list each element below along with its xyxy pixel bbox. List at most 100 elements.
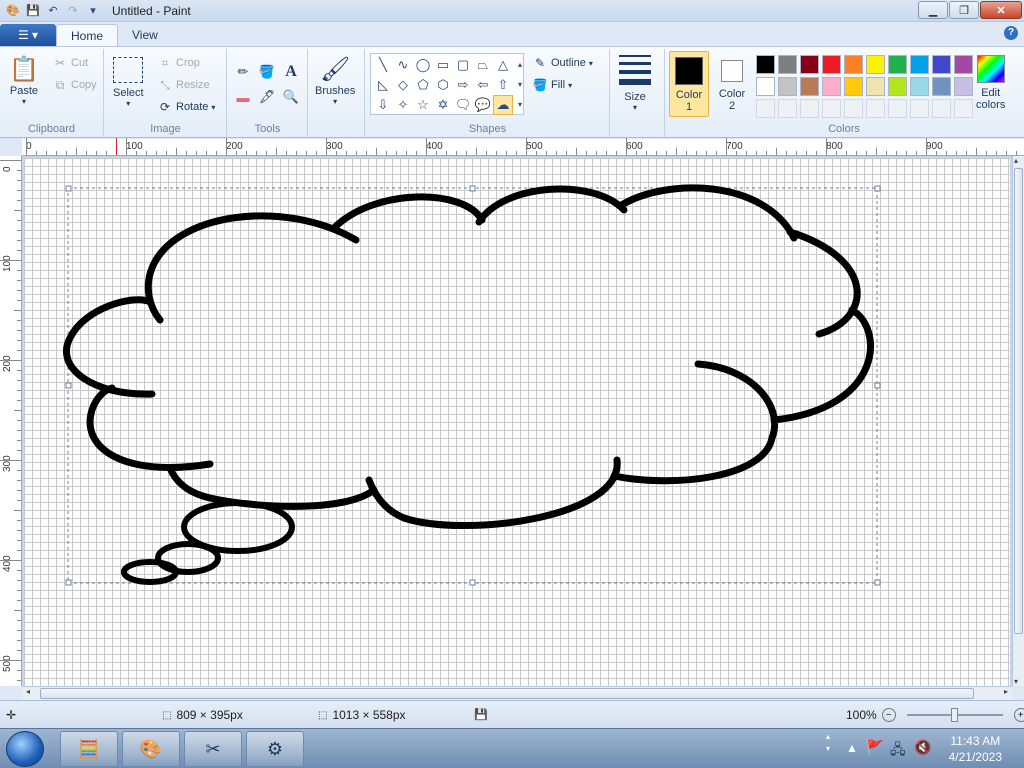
up-arrow-shape-icon[interactable]: ⇧ bbox=[493, 75, 513, 95]
system-clock[interactable]: 11:43 AM 4/21/2023 bbox=[949, 733, 1002, 765]
selection-handle[interactable] bbox=[874, 185, 881, 192]
palette-empty-swatch[interactable] bbox=[778, 99, 797, 118]
palette-color-swatch[interactable] bbox=[778, 55, 797, 74]
tab-view[interactable]: View bbox=[118, 24, 172, 46]
palette-color-swatch[interactable] bbox=[932, 77, 951, 96]
selection-handle[interactable] bbox=[65, 185, 72, 192]
resize-button[interactable]: ⤡ Resize bbox=[157, 75, 209, 95]
rounded-rectangle-shape-icon[interactable]: ▢ bbox=[453, 55, 473, 75]
taskbar-snipping-tool[interactable]: ✂ bbox=[184, 731, 242, 767]
selection-handle[interactable] bbox=[469, 185, 476, 192]
palette-empty-swatch[interactable] bbox=[932, 99, 951, 118]
close-button[interactable]: ✕ bbox=[980, 1, 1022, 19]
palette-empty-swatch[interactable] bbox=[910, 99, 929, 118]
right-triangle-shape-icon[interactable]: ◺ bbox=[373, 75, 393, 95]
vertical-scrollbar[interactable]: ▴ ▾ bbox=[1012, 156, 1024, 686]
scroll-left-icon[interactable]: ◂ bbox=[26, 687, 30, 696]
palette-color-swatch[interactable] bbox=[954, 77, 973, 96]
eraser-icon[interactable]: ▬ bbox=[232, 86, 254, 108]
minimize-button[interactable]: ▁ bbox=[918, 1, 948, 19]
maximize-button[interactable]: ❐ bbox=[949, 1, 979, 19]
selection-handle[interactable] bbox=[65, 382, 72, 389]
select-button[interactable]: Select ▾ bbox=[113, 57, 144, 108]
brushes-button[interactable]: 🖌 Brushes ▾ bbox=[315, 53, 355, 107]
rounded-callout-shape-icon[interactable]: 🗨 bbox=[453, 95, 473, 115]
redo-icon[interactable]: ↷ bbox=[64, 2, 82, 20]
palette-color-swatch[interactable] bbox=[932, 55, 951, 74]
scroll-down-icon[interactable]: ▾ bbox=[1014, 677, 1018, 686]
cloud-callout-shape-icon[interactable]: ☁ bbox=[493, 95, 513, 115]
palette-color-swatch[interactable] bbox=[888, 77, 907, 96]
taskbar-app[interactable]: ⚙ bbox=[246, 731, 304, 767]
zoom-slider[interactable] bbox=[906, 708, 1003, 722]
palette-color-swatch[interactable] bbox=[910, 55, 929, 74]
palette-color-swatch[interactable] bbox=[866, 55, 885, 74]
line-shape-icon[interactable]: ╲ bbox=[373, 55, 393, 75]
paste-button[interactable]: 📋 Paste ▾ bbox=[8, 53, 40, 107]
palette-color-swatch[interactable] bbox=[800, 77, 819, 96]
vertical-scroll-thumb[interactable] bbox=[1014, 168, 1023, 634]
polygon-shape-icon[interactable]: ⏢ bbox=[473, 55, 493, 75]
taskbar-calculator[interactable]: 🧮 bbox=[60, 731, 118, 767]
selection-handle[interactable] bbox=[469, 579, 476, 586]
palette-color-swatch[interactable] bbox=[756, 77, 775, 96]
undo-icon[interactable]: ↶ bbox=[44, 2, 62, 20]
show-hidden-icons[interactable]: ▲ bbox=[846, 741, 858, 755]
help-icon[interactable]: ? bbox=[1004, 26, 1018, 40]
fill-bucket-icon[interactable]: 🪣 bbox=[256, 61, 278, 83]
pentagon-shape-icon[interactable]: ⬠ bbox=[413, 75, 433, 95]
color-picker-icon[interactable]: 🖋 bbox=[256, 86, 278, 108]
rotate-button[interactable]: ⟳ Rotate ▾ bbox=[157, 97, 215, 117]
hexagon-shape-icon[interactable]: ⬡ bbox=[433, 75, 453, 95]
oval-shape-icon[interactable]: ◯ bbox=[413, 55, 433, 75]
horizontal-scroll-thumb[interactable] bbox=[40, 688, 974, 699]
right-arrow-shape-icon[interactable]: ⇨ bbox=[453, 75, 473, 95]
magnifier-icon[interactable]: 🔍 bbox=[280, 86, 302, 108]
palette-color-swatch[interactable] bbox=[822, 55, 841, 74]
palette-empty-swatch[interactable] bbox=[756, 99, 775, 118]
crop-button[interactable]: ⌗ Crop bbox=[157, 53, 200, 73]
text-tool-icon[interactable]: A bbox=[280, 61, 302, 83]
save-icon[interactable]: 💾 bbox=[24, 2, 42, 20]
palette-color-swatch[interactable] bbox=[800, 55, 819, 74]
left-arrow-shape-icon[interactable]: ⇦ bbox=[473, 75, 493, 95]
palette-empty-swatch[interactable] bbox=[888, 99, 907, 118]
four-point-star-shape-icon[interactable]: ✧ bbox=[393, 95, 413, 115]
volume-muted-icon[interactable]: 🔇 bbox=[914, 739, 931, 756]
palette-color-swatch[interactable] bbox=[844, 55, 863, 74]
selection-handle[interactable] bbox=[65, 579, 72, 586]
outline-button[interactable]: ✎ Outline ▾ bbox=[532, 53, 593, 73]
cut-button[interactable]: ✂ Cut bbox=[52, 53, 88, 73]
palette-color-swatch[interactable] bbox=[888, 55, 907, 74]
palette-color-swatch[interactable] bbox=[756, 55, 775, 74]
tray-scroll[interactable]: ▴ ▾ bbox=[826, 731, 838, 767]
selection-handle[interactable] bbox=[874, 382, 881, 389]
edit-colors-button[interactable]: Edit colors bbox=[976, 55, 1005, 111]
palette-empty-swatch[interactable] bbox=[822, 99, 841, 118]
scroll-right-icon[interactable]: ▸ bbox=[1004, 687, 1008, 696]
palette-color-swatch[interactable] bbox=[866, 77, 885, 96]
palette-color-swatch[interactable] bbox=[822, 77, 841, 96]
zoom-out-icon[interactable]: − bbox=[881, 708, 896, 722]
paint-app-icon[interactable]: 🎨 bbox=[4, 2, 22, 20]
drawing-canvas[interactable] bbox=[24, 158, 1010, 686]
pencil-icon[interactable]: ✏ bbox=[232, 61, 254, 83]
zoom-slider-thumb[interactable] bbox=[950, 708, 958, 722]
palette-empty-swatch[interactable] bbox=[866, 99, 885, 118]
network-icon[interactable]: 🖧 bbox=[890, 739, 906, 763]
zoom-in-icon[interactable]: + bbox=[1013, 708, 1024, 722]
palette-color-swatch[interactable] bbox=[778, 77, 797, 96]
palette-color-swatch[interactable] bbox=[844, 77, 863, 96]
palette-empty-swatch[interactable] bbox=[954, 99, 973, 118]
size-button[interactable]: Size ▾ bbox=[619, 55, 651, 112]
curve-shape-icon[interactable]: ∿ bbox=[393, 55, 413, 75]
tab-home[interactable]: Home bbox=[56, 24, 119, 46]
diamond-shape-icon[interactable]: ◇ bbox=[393, 75, 413, 95]
palette-color-swatch[interactable] bbox=[910, 77, 929, 96]
copy-button[interactable]: ⧉ Copy bbox=[52, 75, 97, 95]
six-point-star-shape-icon[interactable]: ✡ bbox=[433, 95, 453, 115]
palette-empty-swatch[interactable] bbox=[844, 99, 863, 118]
gallery-scroll[interactable]: ▴ ▾ ▾ bbox=[518, 55, 528, 115]
action-center-icon[interactable]: 🚩 bbox=[866, 739, 883, 756]
color1-button[interactable]: Color 1 bbox=[669, 51, 709, 117]
